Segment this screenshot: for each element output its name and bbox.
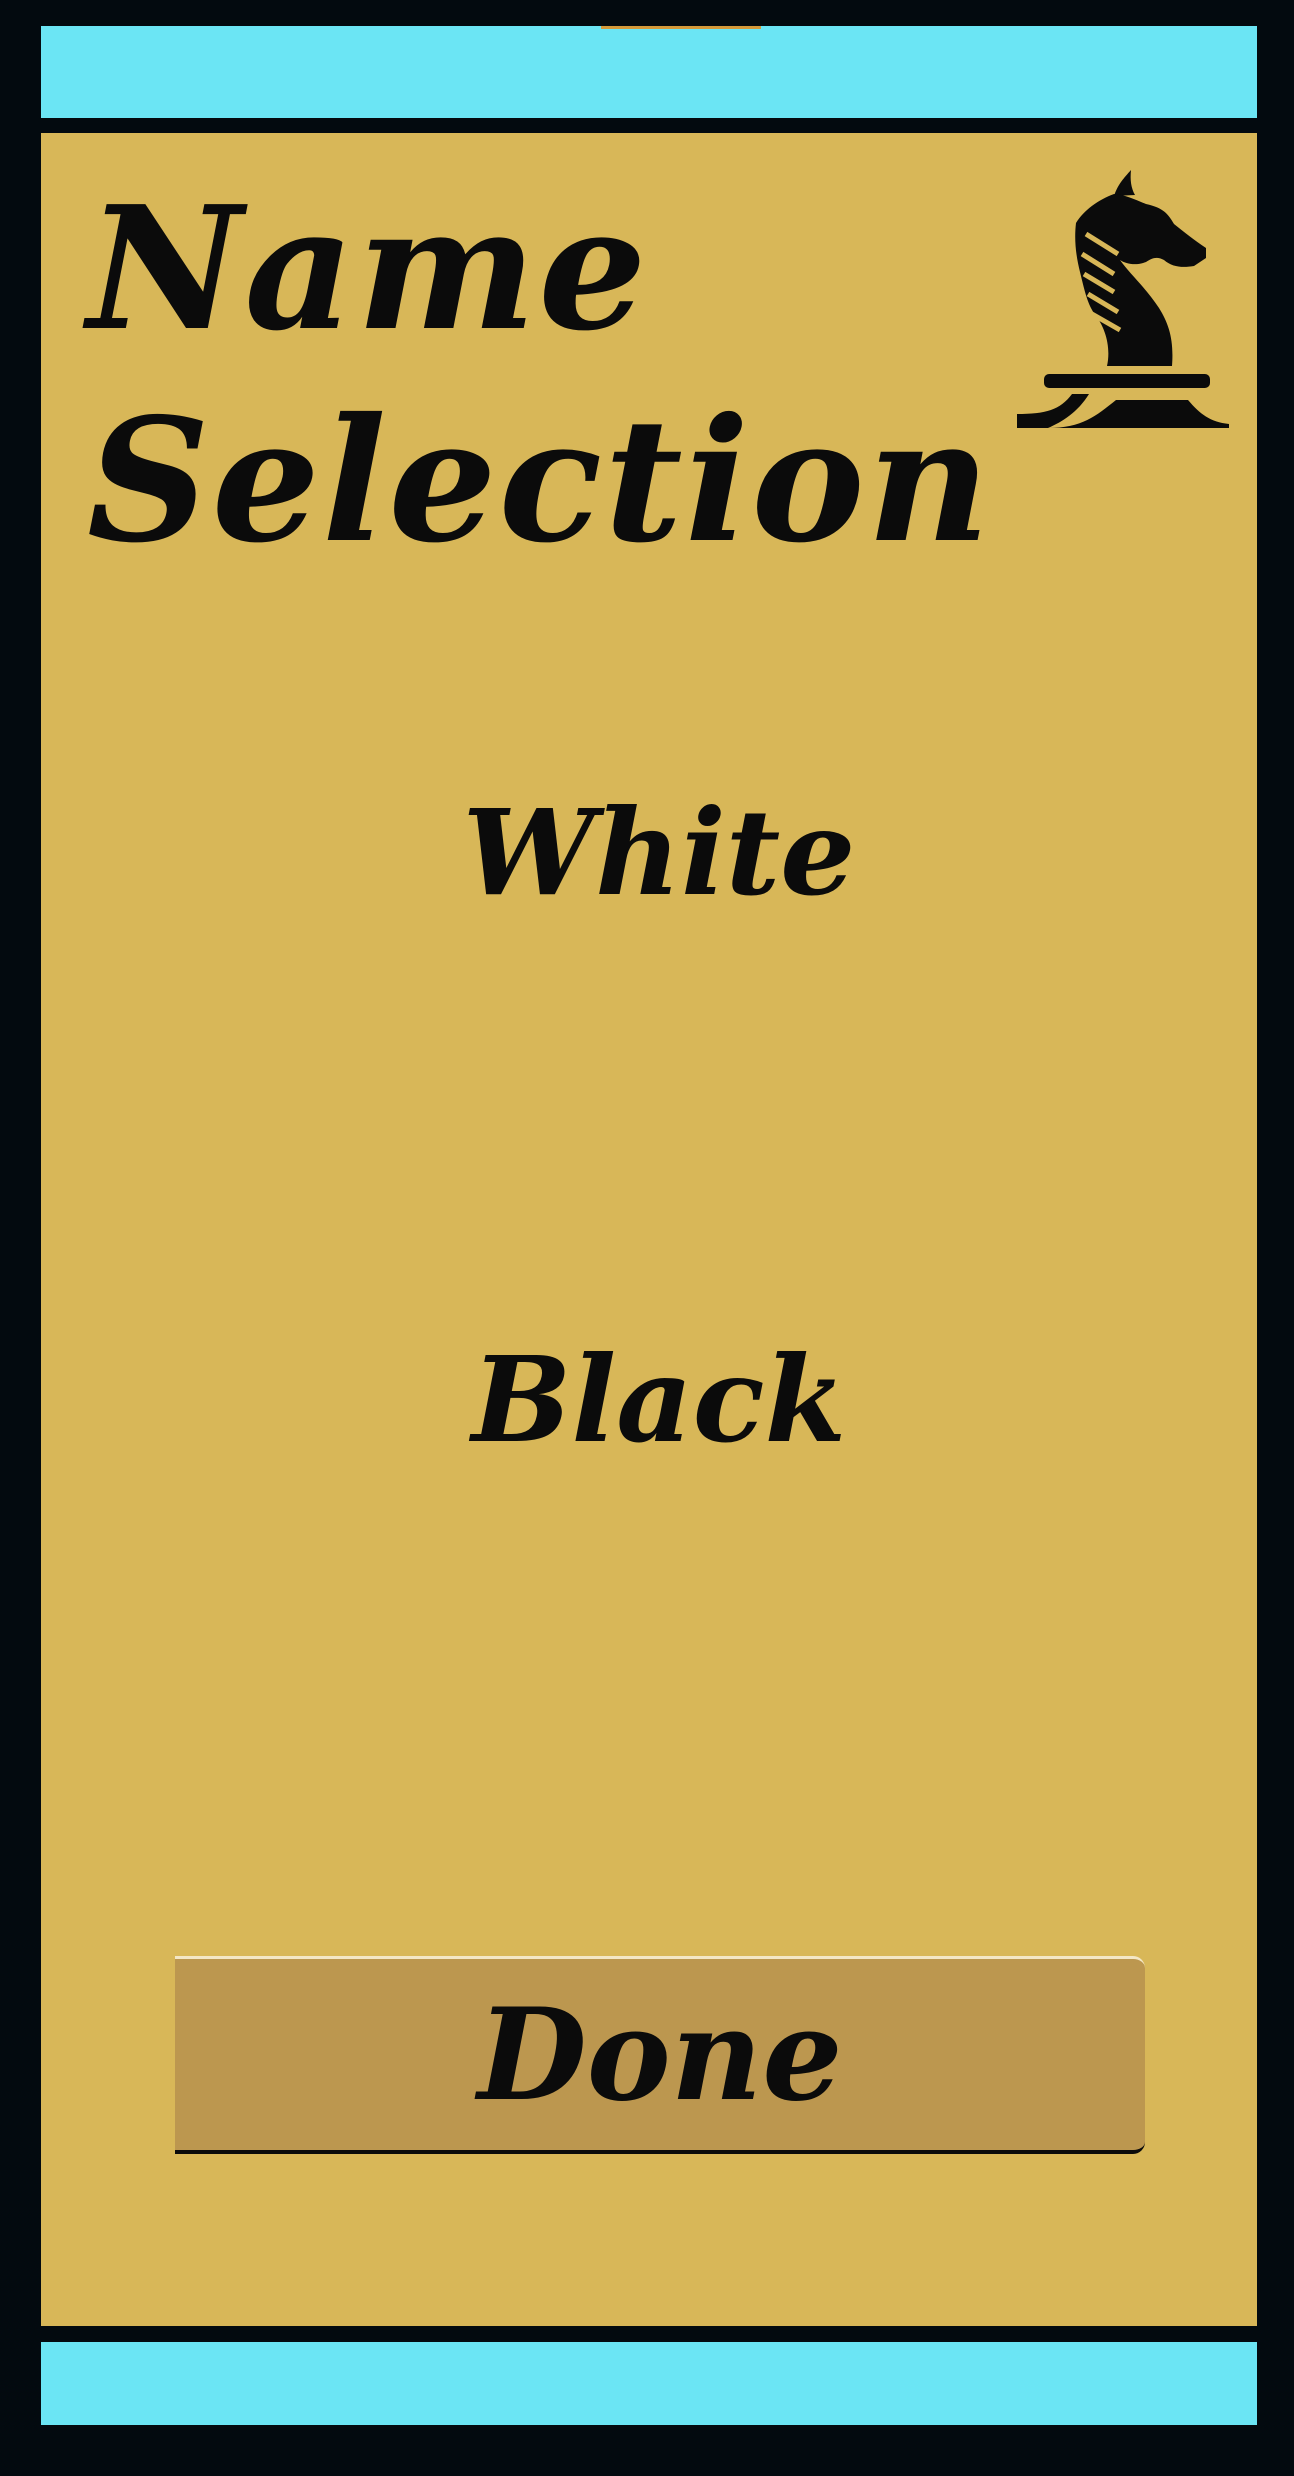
page-title-line-2: Selection	[87, 381, 993, 581]
page-title: Name Selection	[87, 163, 992, 587]
white-option[interactable]: White	[41, 783, 1257, 923]
bottom-bar	[41, 2342, 1257, 2425]
done-button[interactable]: Done	[175, 1956, 1145, 2154]
top-bar	[41, 26, 1257, 118]
black-option[interactable]: Black	[41, 1330, 1257, 1470]
page-title-line-1: Name	[87, 169, 649, 369]
chess-knight-icon	[1017, 170, 1229, 428]
name-selection-panel: Name Selection White Black Done	[41, 133, 1257, 2326]
top-bar-notch	[601, 26, 761, 29]
